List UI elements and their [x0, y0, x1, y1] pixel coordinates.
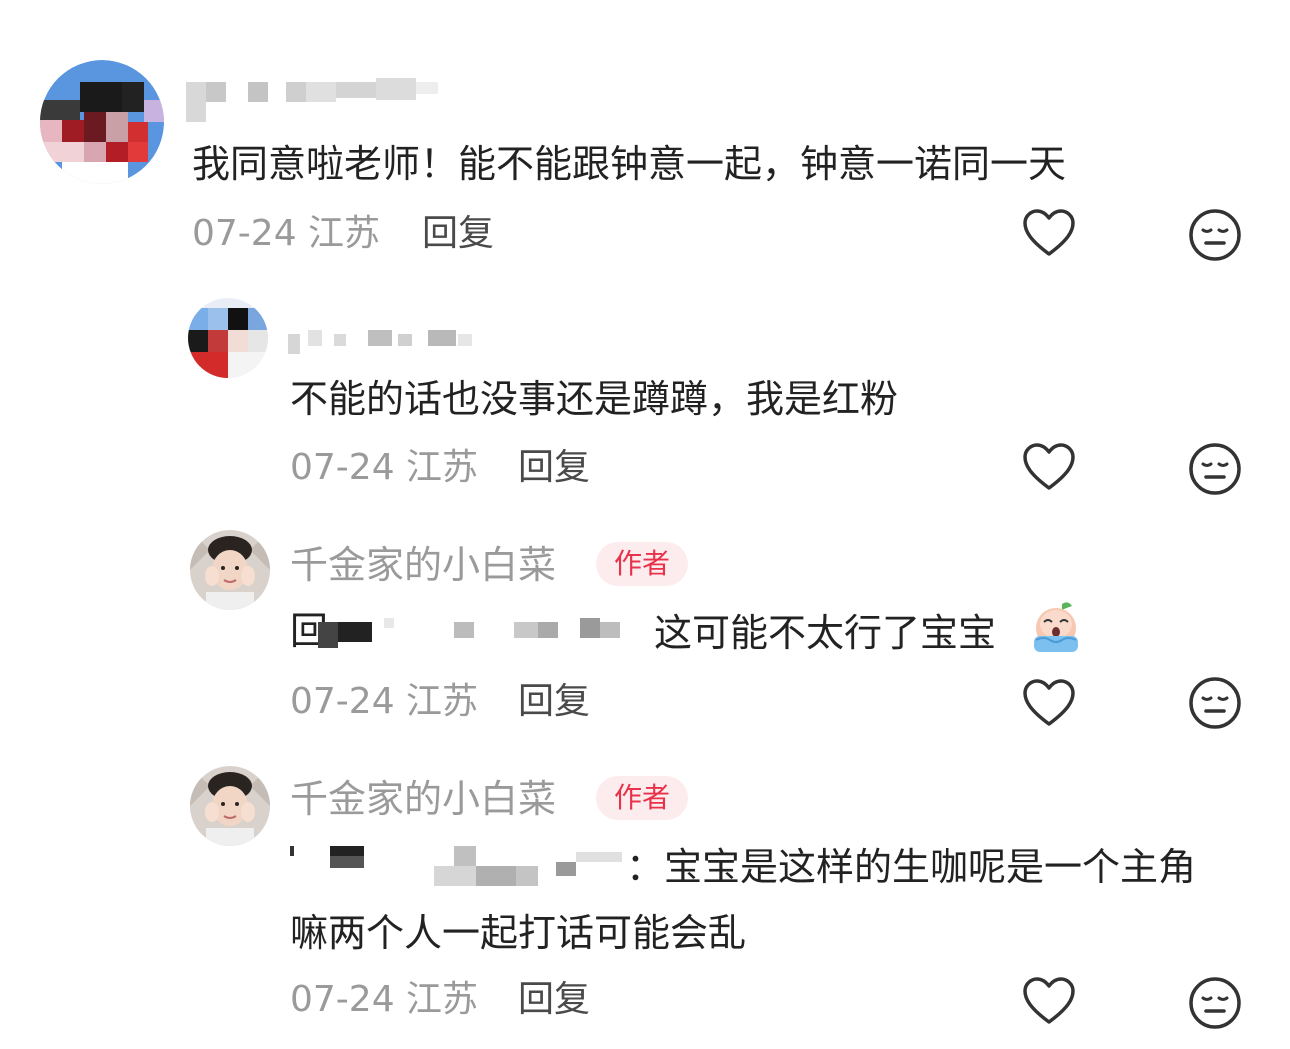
comment-date-location: 07-24 江苏	[290, 681, 479, 722]
avatar-portrait-image	[190, 766, 270, 846]
comment-text-line1: ：宝宝是这样的生咖呢是一个主角	[626, 845, 1197, 889]
avatar-portrait-image	[190, 530, 270, 610]
heart-outline-icon[interactable]	[1022, 976, 1076, 1030]
comment-text: 我同意啦老师！能不能跟钟意一起，钟意一诺同一天	[192, 142, 1067, 186]
heart-outline-icon[interactable]	[1022, 678, 1076, 732]
avatar[interactable]	[40, 60, 164, 184]
avatar[interactable]	[188, 298, 268, 378]
meh-face-icon[interactable]	[1188, 442, 1242, 500]
comment-date-location: 07-24 江苏	[290, 447, 479, 488]
comment-item: 我同意啦老师！能不能跟钟意一起，钟意一诺同一天 07-24 江苏 回复	[0, 0, 1290, 280]
username-redacted[interactable]	[186, 78, 446, 122]
author-avatar[interactable]	[190, 530, 270, 610]
comment-text: 不能的话也没事还是蹲蹲，我是红粉	[290, 377, 899, 421]
reply-button[interactable]: 回复	[518, 450, 590, 486]
comment-date-location: 07-24 江苏	[192, 213, 381, 254]
comment-text: 这可能不太行了宝宝	[654, 611, 997, 655]
redacted-mosaic	[186, 78, 438, 122]
redacted-mosaic	[318, 618, 620, 648]
meh-face-icon[interactable]	[1188, 208, 1242, 266]
reply-button[interactable]: 回复	[422, 216, 494, 252]
redacted-mosaic	[288, 330, 472, 354]
crying-bean-emoji	[1026, 600, 1086, 660]
username[interactable]: 千金家的小白菜	[290, 546, 556, 584]
mentioned-username-redacted[interactable]	[318, 616, 648, 650]
comment-text-line2: 嘛两个人一起打话可能会乱	[290, 911, 747, 955]
meh-face-icon[interactable]	[1188, 676, 1242, 734]
reply-button[interactable]: 回复	[518, 684, 590, 720]
reply-comment-item: 不能的话也没事还是蹲蹲，我是红粉 07-24 江苏 回复	[0, 280, 1290, 520]
author-badge: 作者	[596, 776, 689, 820]
username[interactable]: 千金家的小白菜	[290, 780, 556, 818]
reply-comment-item: 千金家的小白菜 作者 ：宝宝是这样的生咖呢是一个主角 嘛两个人一起打话可能会乱 …	[0, 750, 1290, 1049]
comment-thread: 我同意啦老师！能不能跟钟意一起，钟意一诺同一天 07-24 江苏 回复 不能的话…	[0, 0, 1290, 1049]
reply-comment-item: 千金家的小白菜 作者 回复 这可能不太行了宝宝	[0, 520, 1290, 750]
comment-date-location: 07-24 江苏	[290, 979, 479, 1020]
heart-outline-icon[interactable]	[1022, 442, 1076, 496]
redacted-mosaic	[290, 846, 622, 886]
avatar-mosaic-image	[188, 298, 268, 378]
avatar-mosaic-image	[40, 60, 164, 184]
author-avatar[interactable]	[190, 766, 270, 846]
author-badge: 作者	[596, 542, 689, 586]
mentioned-username-redacted[interactable]	[290, 842, 630, 886]
meh-face-icon[interactable]	[1188, 976, 1242, 1034]
username-redacted[interactable]	[288, 324, 488, 356]
heart-outline-icon[interactable]	[1022, 208, 1076, 262]
reply-button[interactable]: 回复	[518, 982, 590, 1018]
